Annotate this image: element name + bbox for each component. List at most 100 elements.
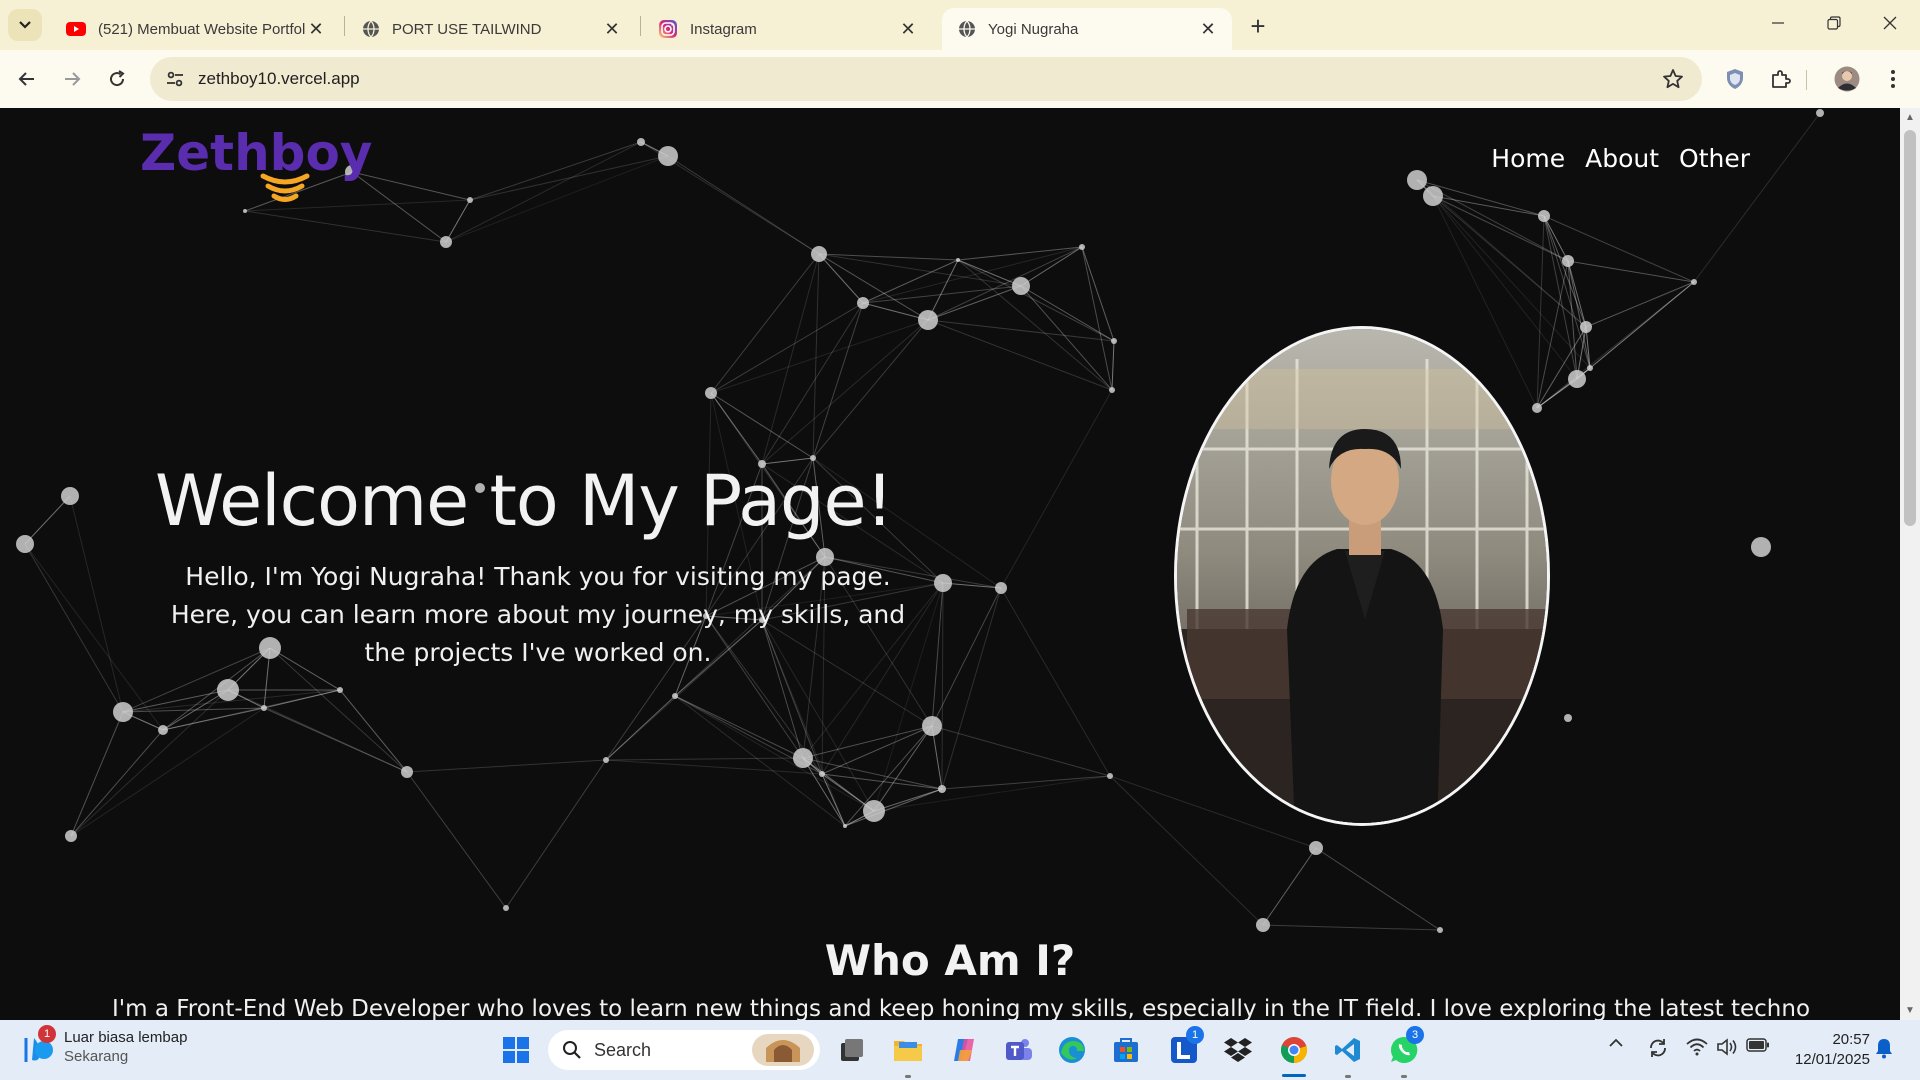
teams-icon <box>1006 1039 1032 1060</box>
tray-wifi[interactable] <box>1686 1038 1708 1056</box>
task-view-button[interactable] <box>832 1030 872 1070</box>
scroll-down-icon[interactable]: ▼ <box>1905 1005 1915 1016</box>
network-node <box>1532 403 1542 413</box>
scrollbar-thumb[interactable] <box>1904 130 1916 526</box>
copilot-icon <box>954 1039 974 1061</box>
wifi-waves-icon <box>260 173 310 202</box>
close-icon[interactable]: ✕ <box>602 19 622 39</box>
network-node <box>158 725 168 735</box>
nav-link-other[interactable]: Other <box>1679 144 1750 173</box>
network-line <box>406 759 607 773</box>
portrait-illustration <box>1177 329 1547 823</box>
network-node <box>938 785 946 793</box>
network-node <box>337 687 343 693</box>
tray-sync-button[interactable] <box>1646 1036 1670 1060</box>
new-tab-button[interactable]: + <box>1244 11 1272 41</box>
network-node <box>1751 537 1771 557</box>
back-button[interactable] <box>10 62 44 96</box>
network-node <box>1538 210 1550 222</box>
network-line <box>941 775 1111 790</box>
taskbar-chrome[interactable] <box>1274 1030 1314 1070</box>
network-node <box>1111 338 1117 344</box>
start-button[interactable] <box>496 1030 536 1070</box>
menu-kebab-icon[interactable] <box>1878 64 1908 94</box>
network-line <box>710 302 864 394</box>
globe-icon <box>959 20 975 38</box>
taskbar-file-explorer[interactable] <box>888 1030 928 1070</box>
windows-icon <box>503 1037 529 1063</box>
network-line <box>761 253 820 465</box>
minimize-button[interactable] <box>1750 0 1806 46</box>
site-info-icon[interactable] <box>164 68 186 90</box>
taskbar-dropbox[interactable] <box>1218 1030 1258 1070</box>
vscode-icon <box>1335 1038 1360 1062</box>
taskbar-edge[interactable] <box>1052 1030 1092 1070</box>
network-line <box>957 246 1083 261</box>
bookmark-star-icon[interactable] <box>1662 68 1684 95</box>
browser-toolbar: zethboy10.vercel.app <box>0 50 1920 108</box>
tab-yogi-nugraha[interactable]: Yogi Nugraha ✕ <box>942 8 1232 50</box>
nav-link-home[interactable]: Home <box>1491 144 1565 173</box>
close-icon[interactable]: ✕ <box>898 19 918 39</box>
network-line <box>1432 195 1578 380</box>
windows-taskbar: 1 Luar biasa lembap Sekarang Search 1 3 … <box>0 1020 1920 1080</box>
network-node <box>1816 109 1824 117</box>
network-node <box>637 138 645 146</box>
network-line <box>812 319 929 459</box>
network-line <box>710 392 814 459</box>
tab-youtube[interactable]: (521) Membuat Website Portfol ✕ <box>50 8 340 50</box>
restore-icon <box>1827 16 1841 30</box>
network-line <box>1262 924 1441 931</box>
network-line <box>812 253 820 459</box>
tab-port-use-tailwind[interactable]: PORT USE TAILWIND ✕ <box>346 8 636 50</box>
store-icon <box>1114 1038 1138 1062</box>
network-line <box>1567 260 1695 283</box>
taskbar-copilot[interactable] <box>944 1030 984 1070</box>
close-icon[interactable]: ✕ <box>306 19 326 39</box>
taskbar-search[interactable]: Search <box>548 1030 820 1070</box>
network-node <box>16 535 34 553</box>
taskbar-store[interactable] <box>1106 1030 1146 1070</box>
network-line <box>674 695 875 812</box>
taskbar-whatsapp[interactable]: 3 <box>1384 1026 1424 1070</box>
site-logo[interactable]: Zethboy <box>140 124 372 214</box>
tab-search-button[interactable] <box>8 9 42 41</box>
taskbar-teams[interactable] <box>998 1030 1038 1070</box>
network-node <box>819 771 825 777</box>
weather-widget[interactable]: 1 Luar biasa lembap Sekarang <box>20 1025 187 1066</box>
close-window-button[interactable] <box>1862 0 1918 46</box>
close-icon[interactable]: ✕ <box>1198 19 1218 39</box>
taskbar-vscode[interactable] <box>1328 1030 1368 1070</box>
network-line <box>1020 285 1113 391</box>
system-clock[interactable]: 20:57 12/01/2025 <box>1786 1030 1870 1070</box>
network-node <box>1012 277 1030 295</box>
shield-extension-icon[interactable] <box>1720 64 1750 94</box>
search-highlight-icon <box>752 1034 814 1066</box>
network-line <box>605 695 676 761</box>
tray-battery[interactable] <box>1746 1038 1770 1052</box>
tab-instagram[interactable]: Instagram ✕ <box>642 8 932 50</box>
page-scrollbar[interactable]: ▲ ▼ <box>1900 108 1920 1020</box>
network-line <box>674 695 846 827</box>
notification-center-button[interactable] <box>1874 1037 1894 1059</box>
scroll-up-icon[interactable]: ▲ <box>1905 112 1915 123</box>
network-node <box>863 800 885 822</box>
profile-avatar[interactable] <box>1832 64 1862 94</box>
network-line <box>674 695 804 759</box>
address-bar[interactable]: zethboy10.vercel.app <box>150 57 1702 101</box>
network-line <box>1543 215 1695 283</box>
network-line <box>1315 847 1441 931</box>
tray-overflow-button[interactable] <box>1608 1038 1624 1048</box>
network-node <box>857 297 869 309</box>
taskbar-mail-l[interactable]: 1 <box>1164 1026 1204 1070</box>
forward-button[interactable] <box>55 62 89 96</box>
tray-volume[interactable] <box>1716 1038 1738 1056</box>
tab-title: Instagram <box>690 20 757 38</box>
extensions-puzzle-icon[interactable] <box>1766 64 1796 94</box>
restore-button[interactable] <box>1806 0 1862 46</box>
network-line <box>70 729 164 837</box>
network-node <box>401 766 413 778</box>
network-line <box>844 725 933 827</box>
nav-link-about[interactable]: About <box>1585 144 1659 173</box>
reload-button[interactable] <box>100 62 134 96</box>
